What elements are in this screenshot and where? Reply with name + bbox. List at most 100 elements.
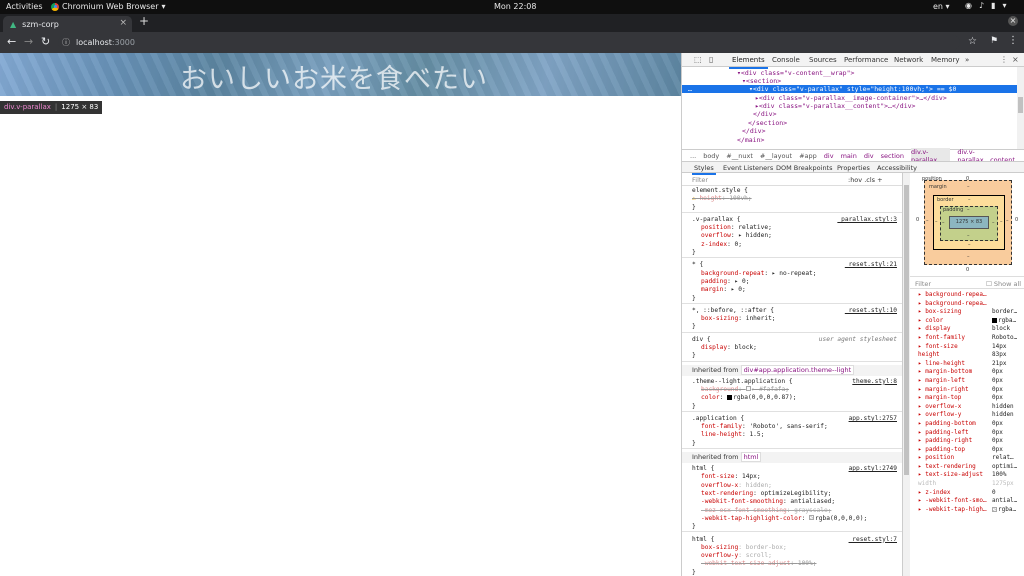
dom-line[interactable]: </div> — [753, 110, 776, 118]
clock[interactable]: Mon 22:08 — [494, 2, 536, 11]
style-rule[interactable]: .v-parallax {_parallax.styl:3 position: r… — [682, 216, 902, 259]
styles-filter[interactable]: Filter :hov .cls + — [682, 173, 902, 186]
tab-memory[interactable]: Memory — [931, 56, 959, 64]
computed-row[interactable]: ▸ padding-left 0px — [910, 429, 1024, 438]
rule-source-link[interactable]: theme.styl:8 — [852, 378, 897, 385]
style-rule[interactable]: html {_reset.styl:7 box-sizing: border-bo… — [682, 536, 902, 576]
computed-row[interactable]: ▸ position relat… — [910, 454, 1024, 463]
subtab-accessibility[interactable]: Accessibility — [877, 164, 917, 172]
computed-row[interactable]: ▸ background-repea… — [910, 291, 1024, 300]
computed-row[interactable]: ▸ box-sizing border… — [910, 308, 1024, 317]
style-declaration[interactable]: -moz-osx-font-smoothing: grayscale; — [692, 507, 902, 515]
subtab-dom-breakpoints[interactable]: DOM Breakpoints — [776, 164, 833, 172]
crumb[interactable]: div — [824, 152, 834, 160]
computed-row[interactable]: ▸ text-size-adjust 100% — [910, 471, 1024, 480]
computed-row[interactable]: ▸ padding-right 0px — [910, 437, 1024, 446]
rule-source-link[interactable]: _reset.styl:21 — [845, 261, 897, 268]
app-menu[interactable]: Chromium Web Browser ▾ — [51, 2, 166, 11]
style-declaration[interactable]: overflow-y: scroll; — [692, 552, 902, 560]
dom-line[interactable]: </main> — [737, 136, 764, 144]
style-declaration[interactable]: overflow: ▸ hidden; — [692, 232, 902, 240]
style-declaration[interactable]: z-index: 0; — [692, 241, 902, 249]
dom-scrollbar[interactable] — [1017, 67, 1024, 149]
style-rule[interactable]: *, ::before, ::after {_reset.styl:10 box-… — [682, 307, 902, 333]
crumb[interactable]: #__nuxt — [726, 152, 753, 160]
style-declaration[interactable]: display: block; — [692, 344, 902, 352]
subtab-event-listeners[interactable]: Event Listeners — [723, 164, 773, 172]
style-declaration[interactable]: color: rgba(0,0,0,0.87); — [692, 394, 902, 402]
computed-row[interactable]: ▸ text-rendering optimi… — [910, 463, 1024, 472]
crumb[interactable]: #app — [799, 152, 817, 160]
style-declaration[interactable]: box-sizing: inherit; — [692, 315, 902, 323]
system-tray[interactable]: ◉ ♪ ▮ ▾ — [965, 1, 1007, 10]
style-declaration[interactable]: line-height: 1.5; — [692, 431, 902, 439]
device-toolbar-icon[interactable]: ▯ — [709, 55, 713, 64]
styles-scrollbar[interactable] — [903, 173, 910, 576]
computed-row[interactable]: ▸ line-height 21px — [910, 360, 1024, 369]
style-rule[interactable]: div {user agent stylesheet display: block… — [682, 336, 902, 362]
forward-icon[interactable]: → — [24, 35, 33, 48]
browser-menu-icon[interactable]: ⋮ — [1008, 35, 1018, 46]
dom-line[interactable]: </div> — [742, 127, 765, 135]
inspect-element-icon[interactable]: ⬚ — [694, 55, 702, 64]
subtab-properties[interactable]: Properties — [837, 164, 870, 172]
computed-row[interactable]: ▸ margin-left 0px — [910, 377, 1024, 386]
rule-source-link[interactable]: app.styl:2749 — [849, 465, 897, 472]
style-declaration[interactable]: -webkit-text-size-adjust: 100%; — [692, 560, 902, 568]
computed-row[interactable]: ▸ margin-right 0px — [910, 386, 1024, 395]
tab-network[interactable]: Network — [894, 56, 923, 64]
site-info-icon[interactable]: ⓘ — [62, 37, 70, 48]
style-rule[interactable]: .theme--light.application {theme.styl:8 b… — [682, 378, 902, 412]
dom-line[interactable]: ▸<div class="v-parallax__content">…</div… — [755, 102, 915, 110]
color-swatch[interactable] — [745, 386, 751, 392]
style-rule[interactable]: * {_reset.styl:21 background-repeat: ▸ no… — [682, 261, 902, 304]
computed-row[interactable]: ▸ overflow-y hidden — [910, 411, 1024, 420]
style-declaration[interactable]: background: ▸ #fafafa; — [692, 386, 902, 394]
computed-filter[interactable]: Filter ☐ Show all — [910, 276, 1024, 289]
activities-button[interactable]: Activities — [6, 2, 43, 11]
extension-icon[interactable]: ⚑ — [990, 36, 998, 46]
style-declaration[interactable]: box-sizing: border-box; — [692, 544, 902, 552]
style-declaration[interactable]: overflow-x: hidden; — [692, 482, 902, 490]
color-swatch[interactable] — [727, 394, 733, 400]
close-devtools-icon[interactable]: × — [1012, 55, 1019, 64]
input-language[interactable]: en ▾ — [933, 2, 950, 11]
computed-row[interactable]: height 83px — [910, 351, 1024, 360]
tab-performance[interactable]: Performance — [844, 56, 888, 64]
style-declaration[interactable]: margin: ▸ 0; — [692, 286, 902, 294]
kebab-menu-icon[interactable]: ⋮ — [1000, 55, 1008, 64]
close-tab-icon[interactable]: × — [119, 18, 127, 28]
style-rule[interactable]: .application {app.styl:2757 font-family: … — [682, 415, 902, 450]
dom-line[interactable]: </section> — [748, 119, 787, 127]
computed-row[interactable]: ▸ display block — [910, 325, 1024, 334]
close-window-icon[interactable]: × — [1008, 16, 1018, 26]
subtab-styles[interactable]: Styles — [692, 164, 716, 175]
computed-row[interactable]: ▸ overflow-x hidden — [910, 403, 1024, 412]
crumb[interactable]: body — [703, 152, 719, 160]
computed-row[interactable]: ▸ margin-top 0px — [910, 394, 1024, 403]
bookmark-star-icon[interactable]: ☆ — [968, 36, 977, 47]
crumb[interactable]: #__layout — [760, 152, 792, 160]
back-icon[interactable]: ← — [7, 35, 16, 48]
address-bar[interactable]: ⓘ localhost:3000 — [58, 35, 960, 50]
style-declaration[interactable]: padding: ▸ 0; — [692, 278, 902, 286]
rule-source-link[interactable]: _reset.styl:10 — [845, 307, 897, 314]
tab-sources[interactable]: Sources — [809, 56, 837, 64]
hov-cls-buttons[interactable]: :hov .cls + — [848, 176, 883, 184]
style-rule[interactable]: element.style {⚠ height: 100vh;} — [682, 187, 902, 213]
style-declaration[interactable]: ⚠ height: 100vh; — [692, 195, 902, 203]
computed-row[interactable]: ▸ color rgba… — [910, 317, 1024, 326]
style-declaration[interactable]: font-family: 'Roboto', sans-serif; — [692, 423, 902, 431]
computed-row[interactable]: ▸ z-index 0 — [910, 489, 1024, 498]
computed-row[interactable]: ▸ padding-top 0px — [910, 446, 1024, 455]
style-declaration[interactable]: font-size: 14px; — [692, 473, 902, 481]
more-tabs-icon[interactable]: » — [965, 56, 969, 64]
computed-row[interactable]: ▸ background-repea… — [910, 300, 1024, 309]
bm-content[interactable]: 1275 × 83 — [949, 216, 989, 229]
browser-tab[interactable]: ▲ szm-corp × — [3, 16, 132, 32]
reload-icon[interactable]: ↻ — [41, 35, 50, 48]
crumb[interactable]: section — [881, 152, 904, 160]
computed-row[interactable]: ▸ font-size 14px — [910, 343, 1024, 352]
style-declaration[interactable]: background-repeat: ▸ no-repeat; — [692, 270, 902, 278]
computed-row[interactable]: ▸ margin-bottom 0px — [910, 368, 1024, 377]
